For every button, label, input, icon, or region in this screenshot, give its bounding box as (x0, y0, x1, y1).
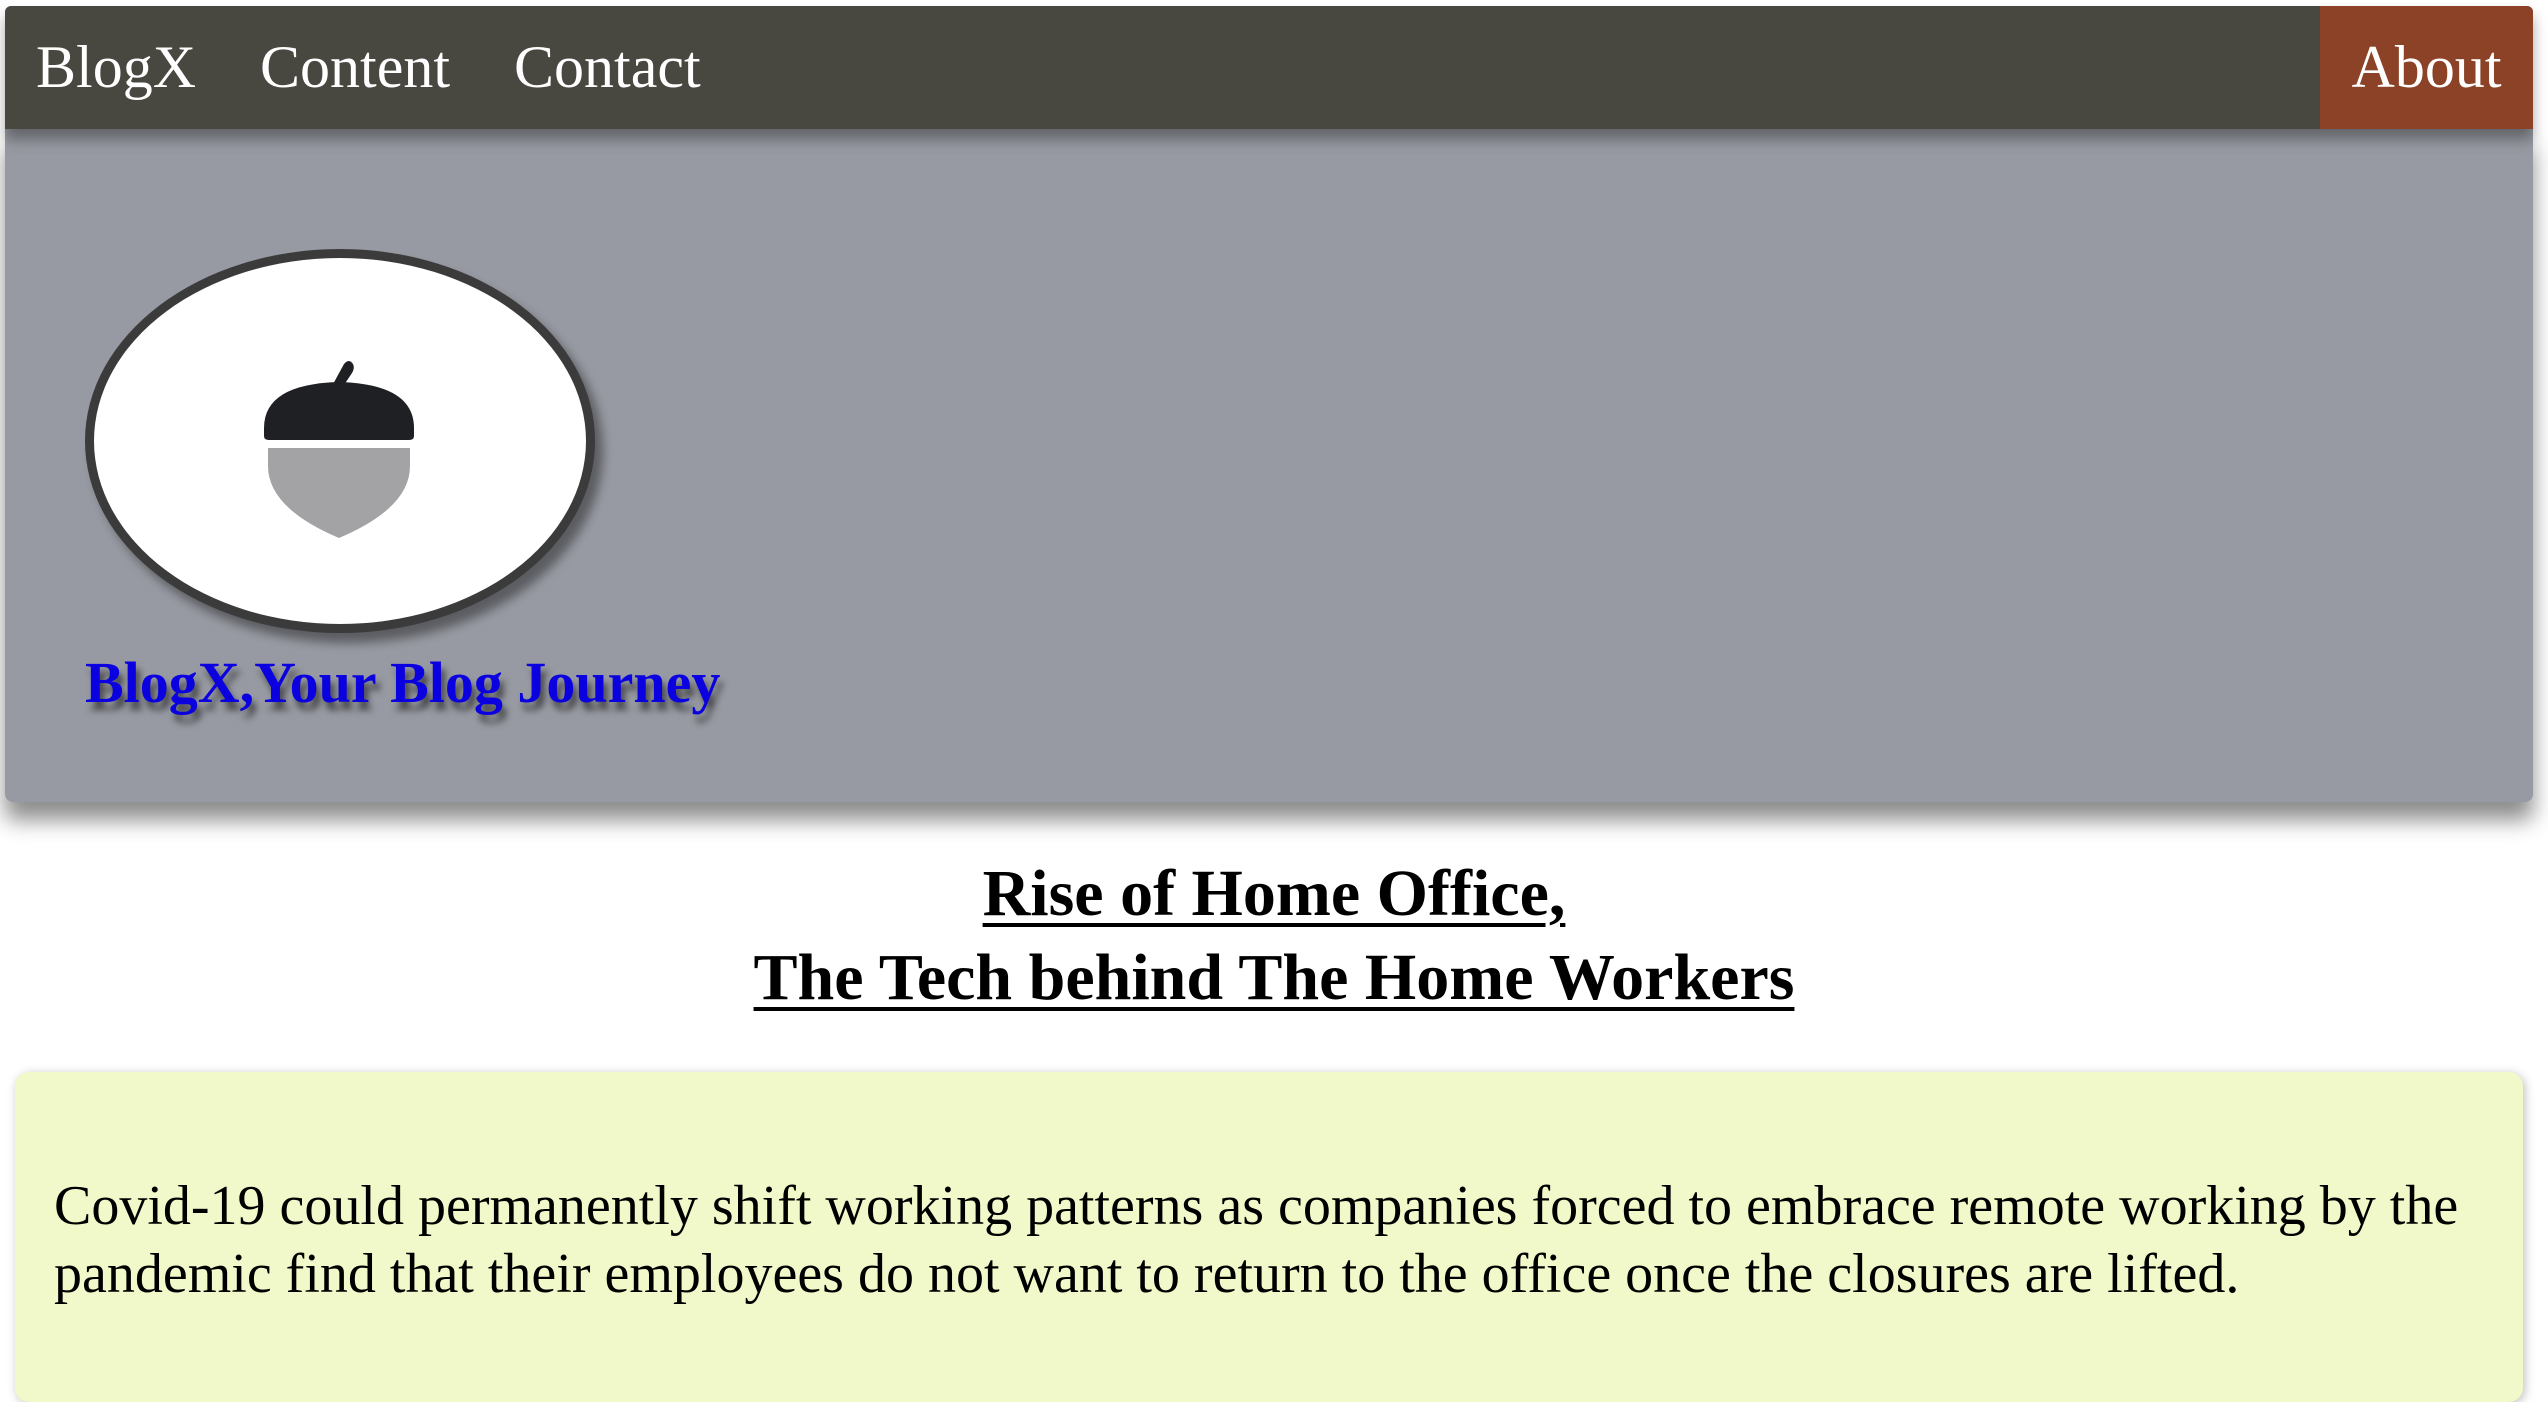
article-content-box: Covid-19 could permanently shift working… (15, 1072, 2523, 1402)
article-body-text: Covid-19 could permanently shift working… (54, 1175, 2459, 1305)
nav-contact-link[interactable]: Contact (514, 6, 701, 129)
article-title-line-2: The Tech behind The Home Workers (753, 941, 1795, 1014)
hero-banner: BlogX,Your Blog Journey (5, 129, 2533, 802)
acorn-icon (264, 361, 414, 538)
nav-about-button[interactable]: About (2320, 6, 2533, 129)
hero-tagline-link[interactable]: BlogX,Your Blog Journey (85, 649, 720, 716)
article-title: Rise of Home Office, The Tech behind The… (0, 852, 2548, 1020)
article-title-line-1: Rise of Home Office, (982, 857, 1566, 930)
nav-brand-link[interactable]: BlogX (36, 6, 196, 129)
top-navbar: BlogX Content Contact About (5, 6, 2533, 129)
nav-content-link[interactable]: Content (260, 6, 450, 129)
logo-badge[interactable] (85, 249, 595, 633)
